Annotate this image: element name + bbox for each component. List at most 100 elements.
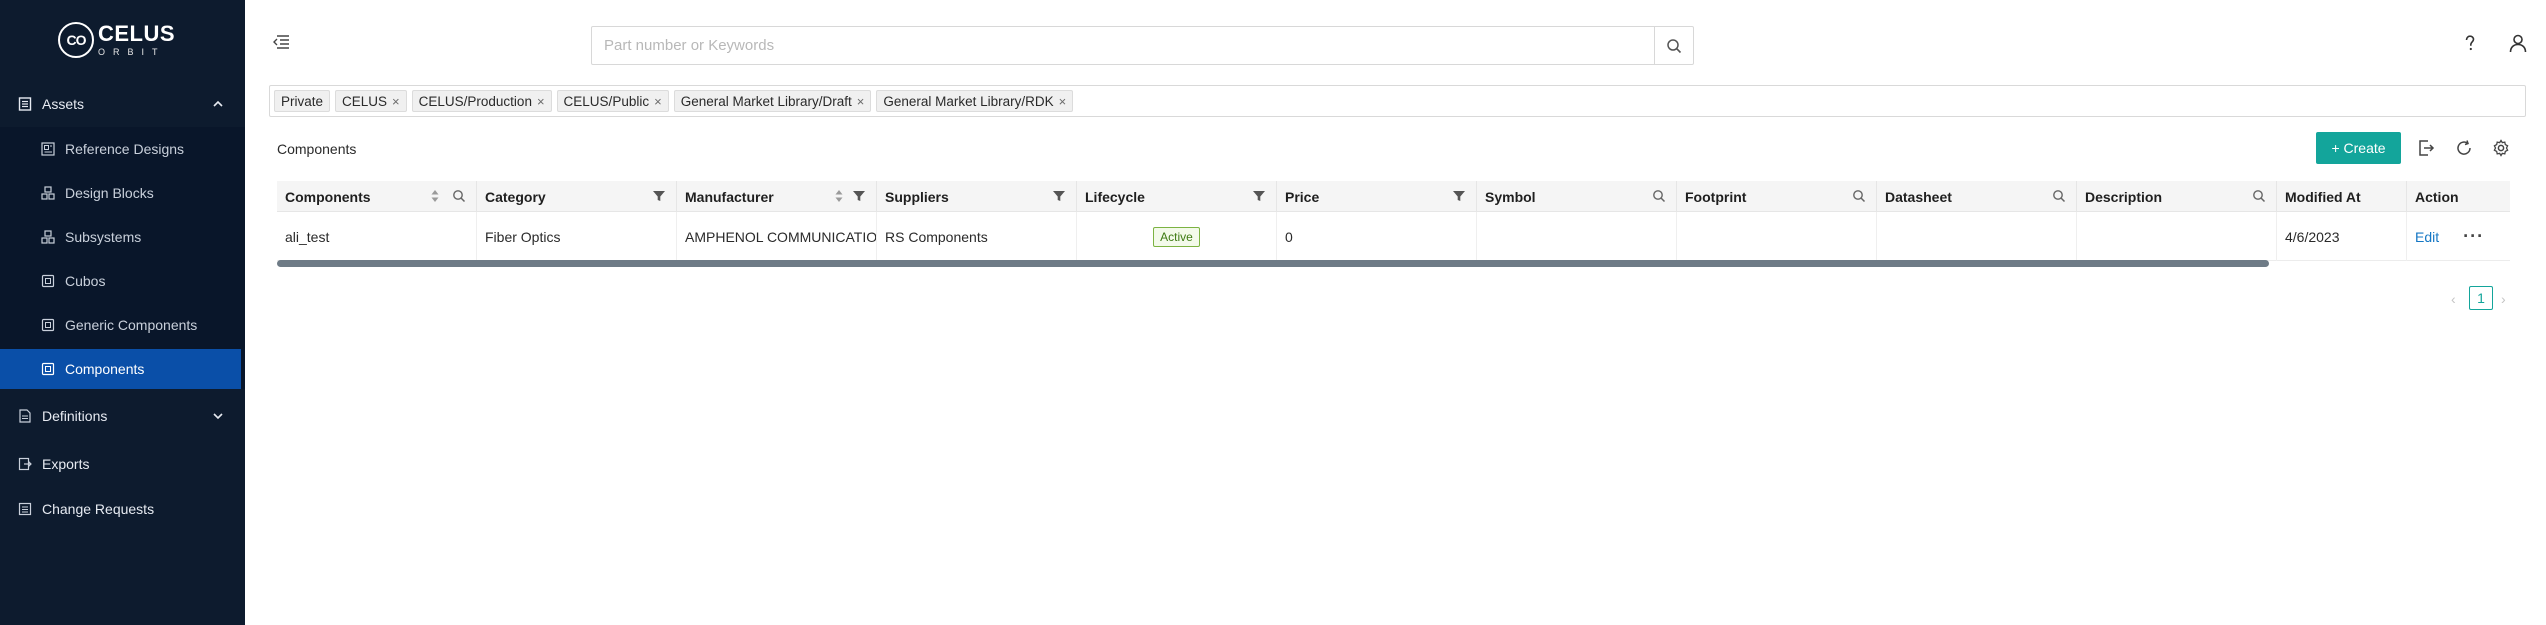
cell-component: ali_test (277, 212, 477, 261)
tag-celus-public[interactable]: CELUS/Public × (556, 90, 669, 112)
search-icon (1667, 38, 1682, 53)
cell-manufacturer: AMPHENOL COMMUNICATION (677, 212, 877, 261)
close-icon[interactable]: × (392, 94, 400, 109)
close-icon[interactable]: × (857, 94, 865, 109)
table-row[interactable]: ali_test Fiber Optics AMPHENOL COMMUNICA… (277, 212, 2510, 261)
filter-icon[interactable] (1252, 189, 1266, 203)
tag-gml-draft[interactable]: General Market Library/Draft × (673, 90, 872, 112)
sidebar-item-reference-designs[interactable]: Reference Designs (0, 129, 241, 169)
search-input[interactable] (592, 27, 1654, 64)
filter-icon[interactable] (852, 189, 866, 203)
column-header-manufacturer[interactable]: Manufacturer (677, 181, 877, 212)
sidebar-item-subsystems[interactable]: Subsystems (0, 217, 241, 257)
close-icon[interactable]: × (654, 94, 662, 109)
export-icon[interactable] (2417, 139, 2435, 157)
generic-components-icon (40, 317, 56, 333)
nav-group-definitions[interactable]: Definitions (0, 396, 245, 436)
cell-modified-at: 4/6/2023 (2277, 212, 2407, 261)
cubos-icon (40, 273, 56, 289)
cell-price: 0 (1277, 212, 1477, 261)
horizontal-scrollbar[interactable] (277, 260, 2269, 267)
edit-link[interactable]: Edit (2415, 229, 2439, 245)
change-requests-icon (17, 501, 33, 517)
tag-private[interactable]: Private (274, 90, 331, 112)
sidebar-item-cubos[interactable]: Cubos (0, 261, 241, 301)
pagination-page[interactable]: 1 (2469, 286, 2493, 310)
sidebar-item-generic-components[interactable]: Generic Components (0, 305, 241, 345)
search-icon[interactable] (452, 189, 466, 203)
filter-icon[interactable] (652, 189, 666, 203)
nav-item-exports-label: Exports (42, 456, 90, 472)
close-icon[interactable]: × (1059, 94, 1067, 109)
help-icon[interactable] (2460, 33, 2480, 53)
column-header-components[interactable]: Components (277, 181, 477, 212)
nav-group-assets[interactable]: Assets (0, 84, 245, 124)
column-header-price[interactable]: Price (1277, 181, 1477, 212)
more-options-icon[interactable]: ··· (2463, 226, 2484, 247)
sidebar-item-label: Components (65, 361, 145, 377)
exports-icon (17, 456, 33, 472)
sort-icon[interactable] (430, 188, 440, 204)
column-header-symbol[interactable]: Symbol (1477, 181, 1677, 212)
nav-group-definitions-label: Definitions (42, 408, 108, 424)
status-badge: Active (1153, 226, 1200, 247)
filter-icon[interactable] (1052, 189, 1066, 203)
nav-item-change-requests[interactable]: Change Requests (0, 489, 245, 529)
subsystems-icon (40, 229, 56, 245)
sidebar-item-components[interactable]: Components (0, 349, 241, 389)
column-header-suppliers[interactable]: Suppliers (877, 181, 1077, 212)
sidebar-item-design-blocks[interactable]: Design Blocks (0, 173, 241, 213)
pagination-prev[interactable]: ‹ (2451, 291, 2456, 307)
column-header-footprint[interactable]: Footprint (1677, 181, 1877, 212)
nav-group-assets-label: Assets (42, 96, 85, 112)
search-button[interactable] (1654, 27, 1693, 64)
design-blocks-icon (40, 185, 56, 201)
tag-filter-bar[interactable]: Private CELUS × CELUS/Production × CELUS/P… (269, 85, 2526, 117)
column-header-datasheet[interactable]: Datasheet (1877, 181, 2077, 212)
pagination-next[interactable]: › (2501, 291, 2506, 307)
sidebar-item-label: Generic Components (65, 317, 198, 333)
logo-mark: CO (58, 22, 94, 58)
column-header-modified-at[interactable]: Modified At (2277, 181, 2407, 212)
sidebar-item-label: Subsystems (65, 229, 142, 245)
logo-sub: ORBIT (98, 47, 166, 57)
search-icon[interactable] (1852, 189, 1866, 203)
sidebar: CO CELUS ORBIT Assets Reference Designs … (0, 0, 245, 625)
column-header-lifecycle[interactable]: Lifecycle (1077, 181, 1277, 212)
search-icon[interactable] (2052, 189, 2066, 203)
column-header-category[interactable]: Category (477, 181, 677, 212)
search-bar (591, 26, 1694, 65)
settings-icon[interactable] (2492, 139, 2510, 157)
sort-icon[interactable] (834, 188, 844, 204)
user-icon[interactable] (2508, 33, 2528, 53)
tag-gml-rdk[interactable]: General Market Library/RDK × (876, 90, 1074, 112)
filter-icon[interactable] (1452, 189, 1466, 203)
tag-celus[interactable]: CELUS × (335, 90, 407, 112)
cell-action: Edit ··· (2407, 212, 2510, 261)
nav-item-change-requests-label: Change Requests (42, 501, 155, 517)
search-icon[interactable] (2252, 189, 2266, 203)
reference-designs-icon (40, 141, 56, 157)
cell-description (2077, 212, 2277, 261)
tag-celus-production[interactable]: CELUS/Production × (411, 90, 552, 112)
reload-icon[interactable] (2455, 139, 2473, 157)
close-icon[interactable]: × (537, 94, 545, 109)
components-icon (40, 361, 56, 377)
column-header-action: Action (2415, 188, 2459, 205)
search-icon[interactable] (1652, 189, 1666, 203)
chevron-up-icon (213, 100, 223, 107)
column-header-description[interactable]: Description (2077, 181, 2277, 212)
cell-lifecycle: Active (1077, 212, 1277, 261)
menu-fold-icon[interactable] (272, 34, 290, 50)
logo[interactable]: CO CELUS ORBIT (58, 22, 178, 58)
create-button[interactable]: + Create (2316, 132, 2401, 164)
cell-datasheet (1877, 212, 2077, 261)
sidebar-item-label: Reference Designs (65, 141, 185, 157)
cell-symbol (1477, 212, 1677, 261)
table-header: Components Category Manufacturer Supplie… (277, 181, 2510, 212)
nav-item-exports[interactable]: Exports (0, 444, 245, 484)
cell-footprint (1677, 212, 1877, 261)
assets-icon (17, 96, 33, 112)
cell-category: Fiber Optics (477, 212, 677, 261)
chevron-down-icon (213, 413, 223, 420)
